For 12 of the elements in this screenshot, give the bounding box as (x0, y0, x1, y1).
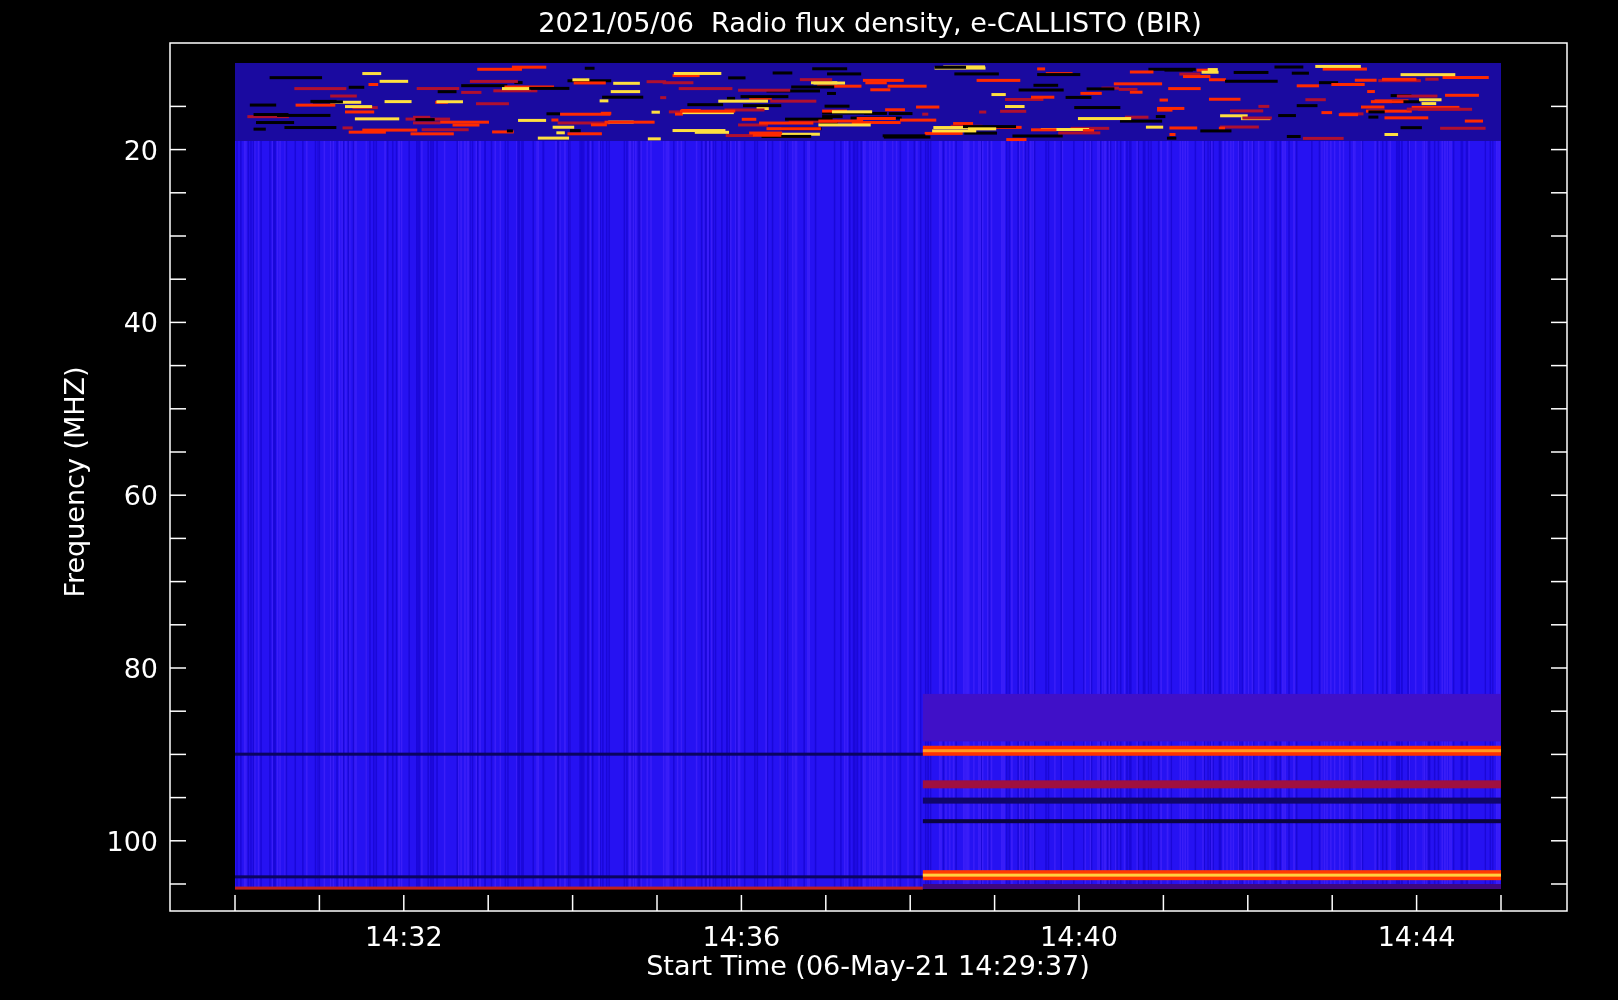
x-tick-label: 14:44 (1377, 921, 1456, 952)
plot-title: 2021/05/06 Radio flux density, e-CALLISTO (BIR) (538, 7, 1202, 38)
x-tick-label: 14:36 (702, 921, 781, 952)
x-tick-label: 14:40 (1040, 921, 1118, 952)
y-tick-label: 40 (123, 307, 158, 339)
y-tick-label: 80 (123, 653, 158, 684)
x-axis-title: Start Time (06-May-21 14:29:37) (646, 950, 1090, 981)
y-tick-label: 60 (123, 480, 158, 512)
y-tick-label: 20 (123, 134, 158, 166)
y-tick-label: 100 (106, 825, 158, 857)
y-axis-title: Frequency (MHZ) (59, 366, 90, 598)
x-tick-label: 14:32 (364, 921, 443, 952)
